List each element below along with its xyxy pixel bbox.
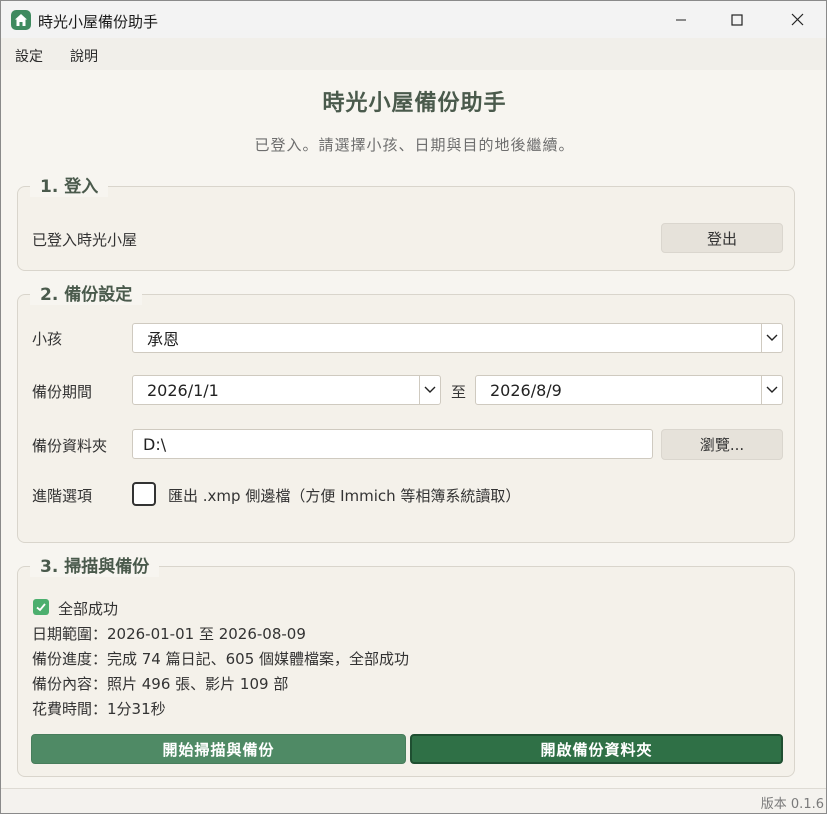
child-select[interactable]: 承恩 bbox=[132, 323, 783, 353]
chevron-down-icon bbox=[761, 376, 782, 404]
folder-input-value: D:\ bbox=[143, 434, 167, 454]
menu-settings[interactable]: 設定 bbox=[15, 46, 43, 66]
success-check-icon bbox=[33, 599, 49, 615]
app-window: 時光小屋備份助手 設定 說明 時光小屋備份助手 已登入。請選擇小孩、日期與目的地… bbox=[0, 0, 827, 814]
start-backup-button[interactable]: 開始掃描與備份 bbox=[31, 734, 406, 764]
menu-help[interactable]: 說明 bbox=[70, 46, 98, 66]
child-select-value: 承恩 bbox=[147, 330, 180, 349]
close-button[interactable] bbox=[774, 1, 820, 38]
xmp-option-label[interactable]: 匯出 .xmp 側邊檔（方便 Immich 等相簿系統讀取） bbox=[168, 485, 520, 506]
start-date-select[interactable]: 2026/1/1 bbox=[132, 375, 441, 405]
folder-input[interactable]: D:\ bbox=[132, 429, 653, 459]
maximize-button[interactable] bbox=[714, 1, 760, 38]
elapsed-text: 花費時間：1分31秒 bbox=[32, 700, 166, 718]
close-icon bbox=[791, 13, 803, 26]
to-label: 至 bbox=[451, 383, 467, 401]
minimize-button[interactable] bbox=[658, 1, 704, 38]
minimize-icon bbox=[676, 19, 686, 20]
home-icon bbox=[11, 10, 31, 30]
period-label: 備份期間 bbox=[32, 383, 93, 401]
backup-settings-title: 2. 備份設定 bbox=[30, 280, 143, 305]
open-folder-button[interactable]: 開啟備份資料夾 bbox=[410, 734, 783, 764]
title-bar[interactable]: 時光小屋備份助手 bbox=[1, 1, 826, 38]
date-range-text: 日期範圍：2026-01-01 至 2026-08-09 bbox=[32, 625, 306, 643]
status-bar bbox=[1, 788, 826, 813]
maximize-icon bbox=[731, 13, 743, 26]
chevron-down-icon bbox=[419, 376, 440, 404]
scan-backup-title: 3. 掃描與備份 bbox=[30, 552, 160, 577]
window-title: 時光小屋備份助手 bbox=[38, 13, 159, 31]
advanced-label: 進階選項 bbox=[32, 487, 93, 505]
login-section-title: 1. 登入 bbox=[30, 172, 109, 197]
chevron-down-icon bbox=[761, 324, 782, 352]
folder-label: 備份資料夾 bbox=[32, 437, 108, 455]
result-status: 全部成功 bbox=[58, 600, 119, 618]
menu-bar: 設定 說明 bbox=[1, 38, 826, 70]
logout-button[interactable]: 登出 bbox=[661, 223, 783, 253]
xmp-checkbox[interactable] bbox=[132, 482, 156, 506]
browse-button[interactable]: 瀏覽... bbox=[661, 429, 783, 460]
child-label: 小孩 bbox=[32, 330, 63, 348]
end-date-value: 2026/8/9 bbox=[490, 380, 562, 400]
login-status: 已登入時光小屋 bbox=[32, 231, 138, 249]
end-date-select[interactable]: 2026/8/9 bbox=[475, 375, 783, 405]
page-subtitle: 已登入。請選擇小孩、日期與目的地後繼續。 bbox=[254, 136, 575, 154]
page-title: 時光小屋備份助手 bbox=[322, 91, 507, 116]
progress-text: 備份進度：完成 74 篇日記、605 個媒體檔案，全部成功 bbox=[32, 650, 410, 668]
version-label: 版本 0.1.6 bbox=[760, 797, 824, 812]
start-date-value: 2026/1/1 bbox=[147, 380, 219, 400]
content-text: 備份內容：照片 496 張、影片 109 部 bbox=[32, 675, 289, 693]
